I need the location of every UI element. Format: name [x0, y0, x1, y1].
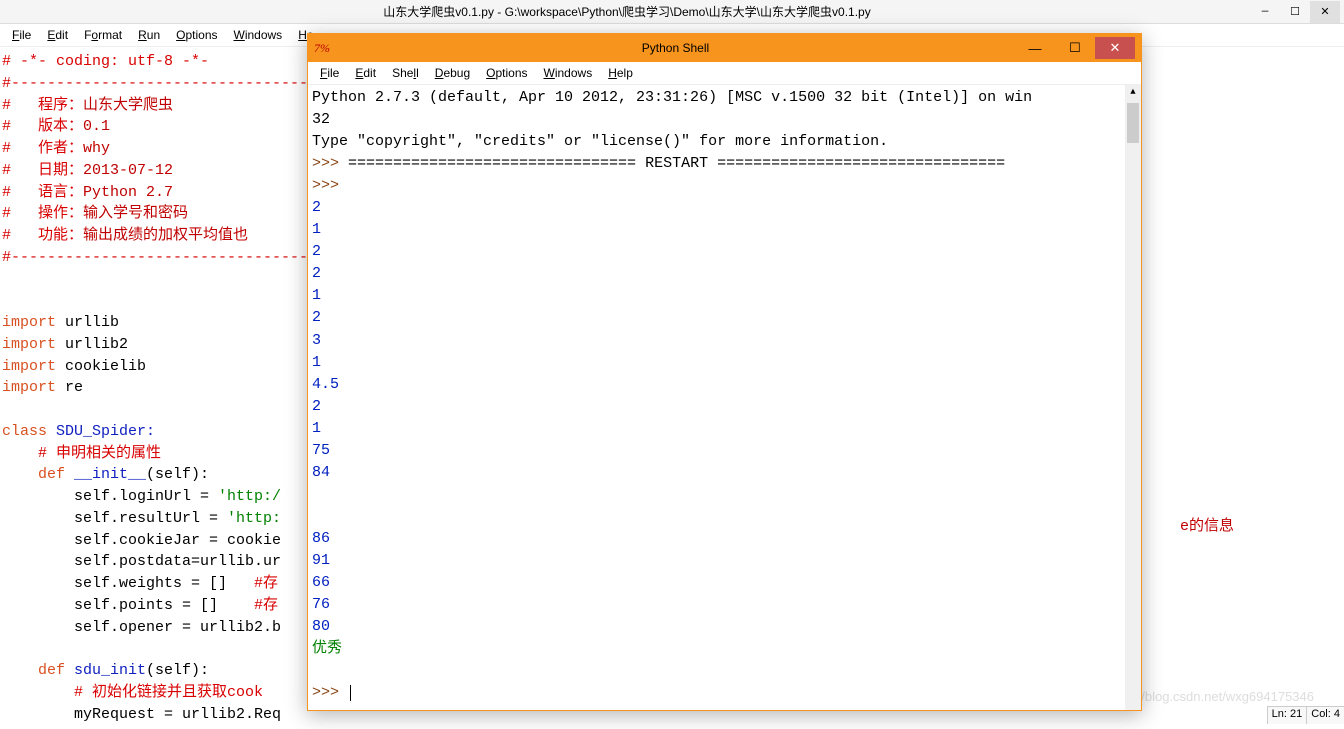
shell-menu-shell[interactable]: Shell: [384, 64, 427, 82]
shell-menubar: File Edit Shell Debug Options Windows He…: [308, 62, 1141, 85]
python-shell-window: 7% Python Shell — ☐ ✕ File Edit Shell De…: [307, 33, 1142, 711]
maximize-button[interactable]: ☐: [1280, 1, 1310, 23]
shell-minimize-button[interactable]: —: [1015, 37, 1055, 59]
shell-titlebar[interactable]: 7% Python Shell — ☐ ✕: [308, 34, 1141, 62]
scroll-up-icon[interactable]: ▲: [1125, 85, 1141, 101]
shell-cursor: [350, 685, 351, 701]
status-bar: Ln: 21 Col: 4: [1267, 706, 1344, 724]
main-window-controls: — ☐ ✕: [1250, 1, 1340, 23]
shell-menu-help[interactable]: Help: [600, 64, 641, 82]
menu-format[interactable]: Format: [76, 26, 130, 44]
shell-scrollbar[interactable]: ▲: [1125, 85, 1141, 710]
menu-windows[interactable]: Windows: [226, 26, 291, 44]
shell-close-button[interactable]: ✕: [1095, 37, 1135, 59]
shell-menu-edit[interactable]: Edit: [347, 64, 384, 82]
shell-window-controls: — ☐ ✕: [1015, 37, 1135, 59]
menu-edit[interactable]: Edit: [39, 26, 76, 44]
menu-run[interactable]: Run: [130, 26, 168, 44]
shell-maximize-button[interactable]: ☐: [1055, 37, 1095, 59]
menu-file[interactable]: File: [4, 26, 39, 44]
background-comment-fragment: e的信息: [1180, 514, 1234, 535]
python-icon: 7%: [314, 41, 330, 56]
scroll-thumb[interactable]: [1127, 103, 1139, 143]
watermark-text: http://blog.csdn.net/wxg694175346: [1112, 689, 1314, 704]
shell-menu-debug[interactable]: Debug: [427, 64, 478, 82]
minimize-button[interactable]: —: [1250, 1, 1280, 23]
main-titlebar: 山东大学爬虫v0.1.py - G:\workspace\Python\爬虫学习…: [0, 0, 1344, 24]
main-window-title: 山东大学爬虫v0.1.py - G:\workspace\Python\爬虫学习…: [4, 3, 1250, 20]
shell-menu-windows[interactable]: Windows: [536, 64, 601, 82]
status-line: Ln: 21: [1267, 707, 1307, 724]
close-button[interactable]: ✕: [1310, 1, 1340, 23]
shell-output[interactable]: Python 2.7.3 (default, Apr 10 2012, 23:3…: [308, 85, 1141, 710]
shell-window-title: Python Shell: [336, 41, 1015, 55]
menu-options[interactable]: Options: [168, 26, 225, 44]
shell-menu-options[interactable]: Options: [478, 64, 535, 82]
shell-menu-file[interactable]: File: [312, 64, 347, 82]
status-col: Col: 4: [1306, 707, 1344, 724]
